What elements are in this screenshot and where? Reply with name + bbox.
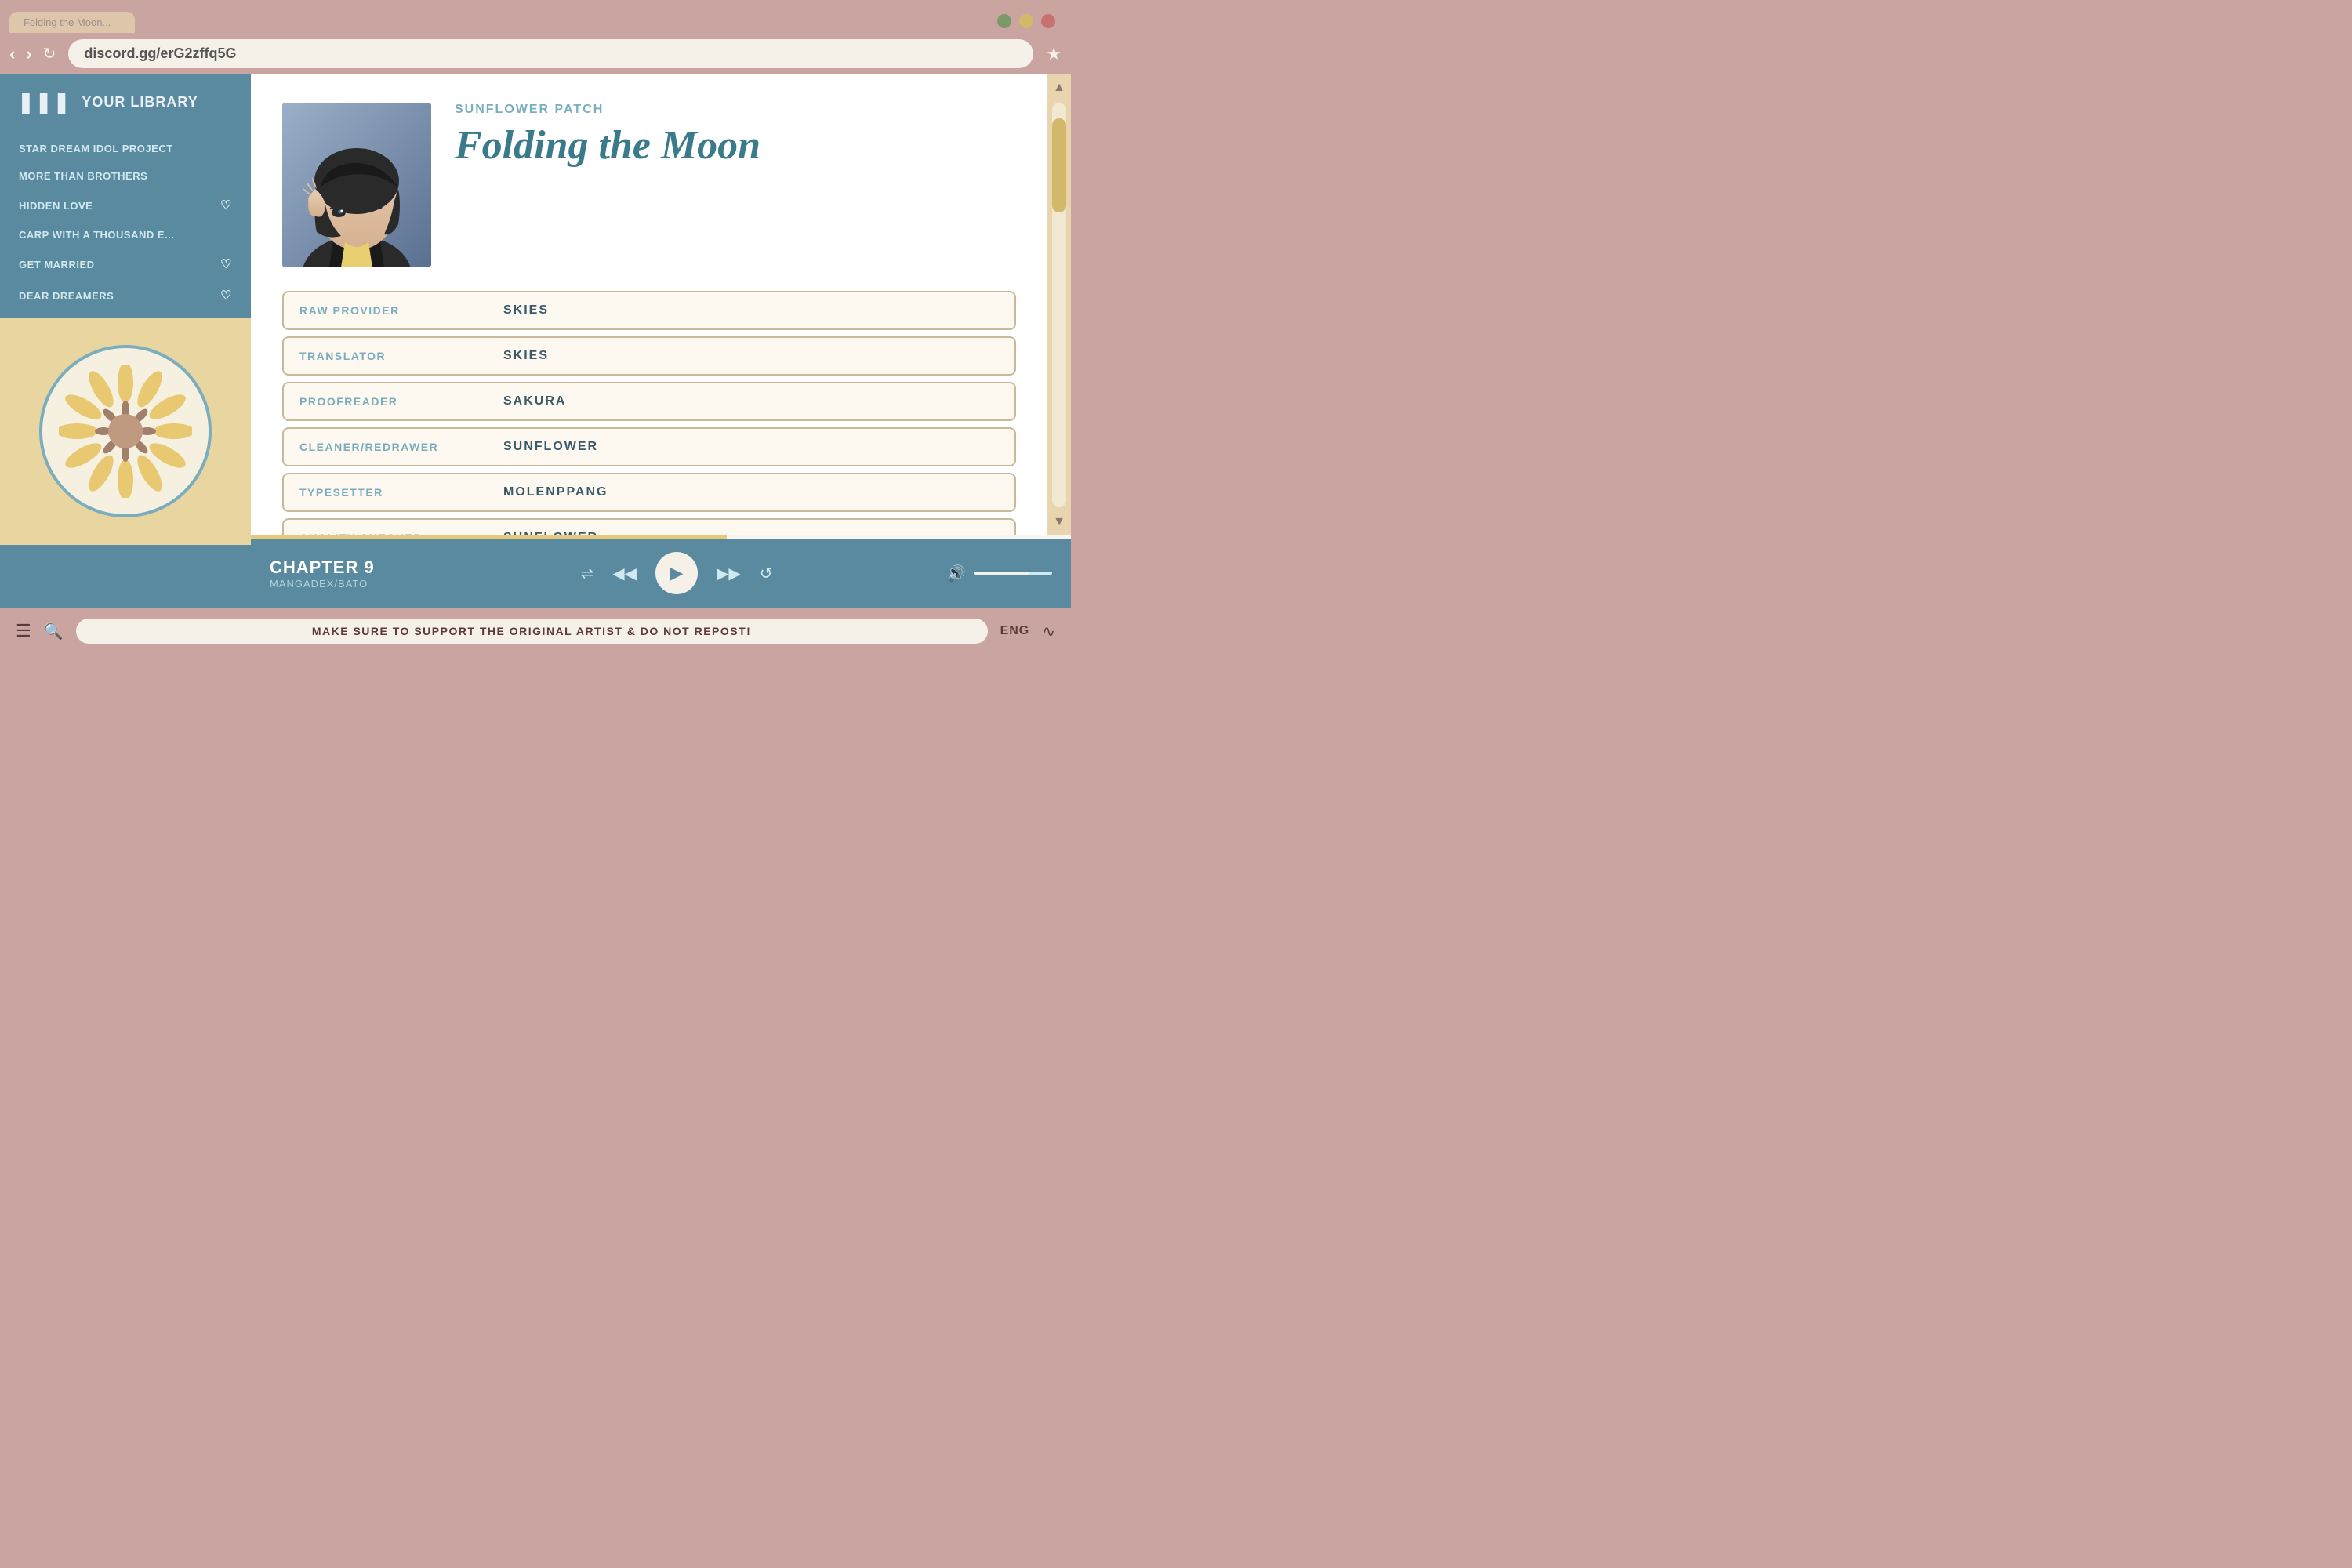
logo-area xyxy=(0,318,251,545)
wifi-icon: ∿ xyxy=(1042,622,1055,641)
credit-row-qc: QUALITY CHECKER SUNFLOWER xyxy=(282,518,1016,535)
sidebar-item-hidden-love[interactable]: HIDDEN LOVE ♡ xyxy=(0,190,251,221)
nav-buttons: ‹ › ↻ xyxy=(9,44,56,64)
menu-icon[interactable]: ☰ xyxy=(16,621,31,641)
volume-slider[interactable] xyxy=(974,572,1052,575)
bookmark-button[interactable]: ★ xyxy=(1046,44,1062,64)
chapter-title: CHAPTER 9 xyxy=(270,557,426,578)
new-tab-button[interactable]: + xyxy=(138,6,164,33)
bottom-bar: ☰ 🔍 MAKE SURE TO SUPPORT THE ORIGINAL AR… xyxy=(0,608,1071,655)
play-icon: ▶ xyxy=(670,563,684,583)
volume-area: 🔊 xyxy=(927,564,1052,583)
sidebar-item-label: GET MARRIED xyxy=(19,259,95,270)
credit-row-cleaner: CLEANER/REDRAWER SUNFLOWER xyxy=(282,427,1016,466)
credit-label: QUALITY CHECKER xyxy=(284,521,488,535)
chapter-source: MANGADEX/BATO xyxy=(270,578,426,590)
sidebar-item-brothers[interactable]: MORE THAN BROTHERS xyxy=(0,162,251,190)
heart-icon: ♡ xyxy=(220,256,232,272)
credits-table: RAW PROVIDER SKIES TRANSLATOR SKIES PROO… xyxy=(282,291,1016,535)
tab-active[interactable]: Folding the Moon... xyxy=(9,12,135,33)
heart-icon: ♡ xyxy=(220,288,232,303)
sunflower-svg xyxy=(59,365,192,498)
browser-window: Folding the Moon... + ‹ › ↻ ★ ❚❚❚ YOUR xyxy=(0,0,1071,655)
credit-value: SUNFLOWER xyxy=(488,429,614,465)
manga-header: SUNFLOWER PATCH Folding the Moon xyxy=(282,103,1016,267)
sidebar-item-dear-dreamers[interactable]: DEAR DREAMERS ♡ xyxy=(0,280,251,311)
maximize-button[interactable] xyxy=(1019,14,1033,28)
sidebar-item-label: STAR DREAM IDOL PROJECT xyxy=(19,143,173,154)
heart-icon: ♡ xyxy=(220,198,232,213)
repeat-button[interactable]: ↺ xyxy=(760,564,773,583)
shuffle-button[interactable]: ⇌ xyxy=(580,564,593,583)
window-controls xyxy=(997,14,1055,28)
player-controls: ⇌ ◀◀ ▶ ▶▶ ↺ xyxy=(442,552,911,594)
url-input[interactable] xyxy=(68,39,1033,68)
sidebar-item-get-married[interactable]: GET MARRIED ♡ xyxy=(0,249,251,280)
sidebar-header: ❚❚❚ YOUR LIBRARY xyxy=(0,74,251,129)
refresh-button[interactable]: ↻ xyxy=(43,44,56,64)
sidebar: ❚❚❚ YOUR LIBRARY STAR DREAM IDOL PROJECT… xyxy=(0,74,251,608)
credit-label: CLEANER/REDRAWER xyxy=(284,430,488,464)
sidebar-item-carp[interactable]: CARP WITH A THOUSAND E... xyxy=(0,221,251,249)
manga-info: SUNFLOWER PATCH Folding the Moon xyxy=(455,103,1016,267)
volume-icon: 🔊 xyxy=(946,564,966,583)
credit-label: TYPESETTER xyxy=(284,475,488,510)
credit-row-typesetter: TYPESETTER MOLENPPANG xyxy=(282,473,1016,512)
credit-label: PROOFREADER xyxy=(284,384,488,419)
credit-value: SKIES xyxy=(488,338,564,374)
credit-value: SAKURA xyxy=(488,383,582,419)
scrollbar[interactable]: ▲ ▼ xyxy=(1047,74,1071,535)
close-button[interactable] xyxy=(1041,14,1055,28)
sidebar-item-label: MORE THAN BROTHERS xyxy=(19,170,147,182)
player-bar: CHAPTER 9 MANGADEX/BATO ⇌ ◀◀ ▶ ▶▶ ↺ 🔊 xyxy=(251,539,1071,608)
search-icon[interactable]: 🔍 xyxy=(44,622,64,641)
credit-row-translator: TRANSLATOR SKIES xyxy=(282,336,1016,376)
scroll-down-arrow[interactable]: ▼ xyxy=(1050,512,1069,532)
tab-bar: Folding the Moon... + xyxy=(0,0,1071,33)
sunflower-logo xyxy=(39,345,212,517)
sidebar-item-label: DEAR DREAMERS xyxy=(19,290,114,302)
reading-progress-bar xyxy=(251,535,1071,539)
volume-fill xyxy=(974,572,1029,575)
credit-label: RAW PROVIDER xyxy=(284,293,488,328)
scroll-thumb[interactable] xyxy=(1052,118,1066,212)
credit-value: SUNFLOWER xyxy=(488,520,614,535)
reading-progress-fill xyxy=(251,535,727,539)
credit-row-proofreader: PROOFREADER SAKURA xyxy=(282,382,1016,421)
forward-button[interactable]: › xyxy=(26,44,31,64)
scroll-track[interactable] xyxy=(1052,103,1066,507)
sidebar-title: YOUR LIBRARY xyxy=(82,94,198,111)
manga-cover xyxy=(282,103,431,267)
chapter-info: CHAPTER 9 MANGADEX/BATO xyxy=(270,557,426,590)
series-name: SUNFLOWER PATCH xyxy=(455,103,1016,117)
sidebar-list: STAR DREAM IDOL PROJECT MORE THAN BROTHE… xyxy=(0,129,251,318)
manga-title: Folding the Moon xyxy=(455,123,1016,168)
credit-value: MOLENPPANG xyxy=(488,474,623,510)
library-icon: ❚❚❚ xyxy=(17,90,71,114)
manga-cover-illustration xyxy=(282,103,431,267)
tab-label: Folding the Moon... xyxy=(24,16,111,28)
sidebar-item-label: CARP WITH A THOUSAND E... xyxy=(19,229,174,241)
credit-value: SKIES xyxy=(488,292,564,328)
next-button[interactable]: ▶▶ xyxy=(717,564,741,583)
notice-text: MAKE SURE TO SUPPORT THE ORIGINAL ARTIST… xyxy=(312,625,752,637)
url-bar-area: ‹ › ↻ ★ xyxy=(0,33,1071,74)
language-selector[interactable]: ENG xyxy=(1000,624,1030,638)
minimize-button[interactable] xyxy=(997,14,1011,28)
prev-button[interactable]: ◀◀ xyxy=(612,564,637,583)
credit-label: TRANSLATOR xyxy=(284,339,488,373)
credit-row-raw: RAW PROVIDER SKIES xyxy=(282,291,1016,330)
content-area: SUNFLOWER PATCH Folding the Moon RAW PRO… xyxy=(251,74,1047,535)
notice-bar: MAKE SURE TO SUPPORT THE ORIGINAL ARTIST… xyxy=(76,619,988,644)
sidebar-item-label: HIDDEN LOVE xyxy=(19,200,93,212)
main-container: ❚❚❚ YOUR LIBRARY STAR DREAM IDOL PROJECT… xyxy=(0,74,1071,608)
play-button[interactable]: ▶ xyxy=(655,552,698,594)
sidebar-item-star-dream[interactable]: STAR DREAM IDOL PROJECT xyxy=(0,135,251,162)
scroll-up-arrow[interactable]: ▲ xyxy=(1050,78,1069,98)
back-button[interactable]: ‹ xyxy=(9,44,15,64)
